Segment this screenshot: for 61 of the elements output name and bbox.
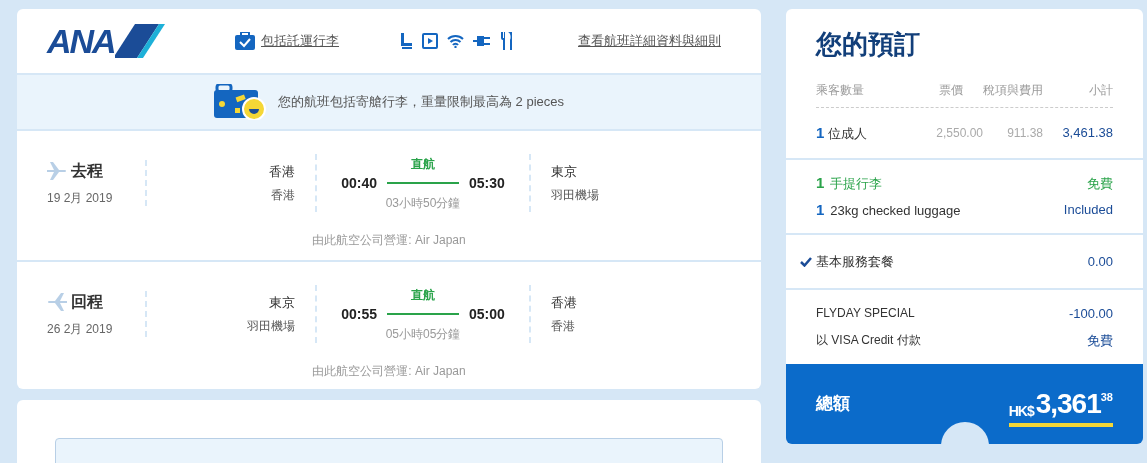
happy-suitcase-icon <box>213 84 266 120</box>
taxes-value: 911.38 <box>1006 125 1043 142</box>
baggage-notice: 您的航班包括寄艙行李，重量限制最高為 2 pieces <box>277 93 564 112</box>
arrival-time: 05:30 <box>469 173 505 193</box>
arrival-city: 東京 <box>551 163 578 182</box>
flight-line <box>387 313 459 315</box>
nonstop-label: 直航 <box>411 155 435 173</box>
logo-stripe-icon <box>114 24 165 58</box>
seat-icon <box>399 33 413 49</box>
column-header: 小計 <box>1088 82 1113 99</box>
leg-title: 去程 <box>71 161 103 181</box>
arrival-city: 香港 <box>551 294 577 313</box>
flight-line <box>387 182 459 184</box>
column-header: 稅項與費用 <box>982 82 1043 99</box>
arrival-airport: 羽田機場 <box>551 186 599 204</box>
package-label: 基本服務套餐 <box>816 252 894 271</box>
plane-icon <box>47 293 67 311</box>
total-amount: 3,361 <box>1035 387 1101 421</box>
discount-value: 免費 <box>1087 331 1113 350</box>
fork-knife-icon <box>500 32 512 50</box>
fare-value: 2,550.00 <box>935 125 983 142</box>
included-baggage-link[interactable]: 包括託運行李 <box>261 31 339 51</box>
luggage-price: Included <box>1063 201 1113 219</box>
departure-time: 00:55 <box>341 304 377 324</box>
arrival-time: 05:00 <box>469 304 505 324</box>
column-header: 票價 <box>938 82 963 99</box>
passenger-label: 1 位成人 <box>816 122 868 143</box>
discount-label: 以 VISA Credit 付款 <box>816 331 921 349</box>
flight-duration: 03小時50分鐘 <box>385 194 461 212</box>
luggage-label: 1 手提行李 <box>816 173 883 193</box>
package-price: 0.00 <box>1087 252 1113 271</box>
airline-logo: ANA <box>47 24 115 58</box>
departure-city: 香港 <box>269 163 295 182</box>
nonstop-label: 直航 <box>411 286 435 304</box>
plane-icon <box>47 162 67 180</box>
total-cents: 38 <box>1100 390 1113 403</box>
total-label: 總額 <box>816 393 850 416</box>
luggage-price: 免費 <box>1087 174 1113 193</box>
arrival-airport: 香港 <box>551 317 576 335</box>
video-icon <box>422 33 438 49</box>
discount-value: -100.00 <box>1068 305 1113 323</box>
power-plug-icon <box>473 34 491 48</box>
leg-date: 26 2月 2019 <box>47 321 114 338</box>
suitcase-check-icon <box>235 32 255 50</box>
currency-label: HK$ <box>1008 402 1034 421</box>
departure-airport: 羽田機場 <box>247 317 295 335</box>
booking-title: 您的預訂 <box>816 28 921 61</box>
subtotal-value: 3,461.38 <box>1061 124 1113 143</box>
departure-city: 東京 <box>269 294 295 313</box>
leg-date: 19 2月 2019 <box>47 190 114 207</box>
flight-duration: 05小時05分鐘 <box>385 325 461 343</box>
departure-time: 00:40 <box>341 173 377 193</box>
discount-label: FLYDAY SPECIAL <box>816 305 915 322</box>
wifi-icon <box>447 34 464 48</box>
luggage-label: 1 23kg checked luggage <box>816 199 961 220</box>
operator-text: 由此航空公司營運: Air Japan <box>312 363 466 380</box>
flight-details-link[interactable]: 查看航班詳細資料與細則 <box>578 31 721 51</box>
leg-title: 回程 <box>71 292 103 312</box>
column-header: 乘客數量 <box>816 82 865 99</box>
operator-text: 由此航空公司營運: Air Japan <box>312 232 466 249</box>
departure-airport: 香港 <box>271 186 295 204</box>
